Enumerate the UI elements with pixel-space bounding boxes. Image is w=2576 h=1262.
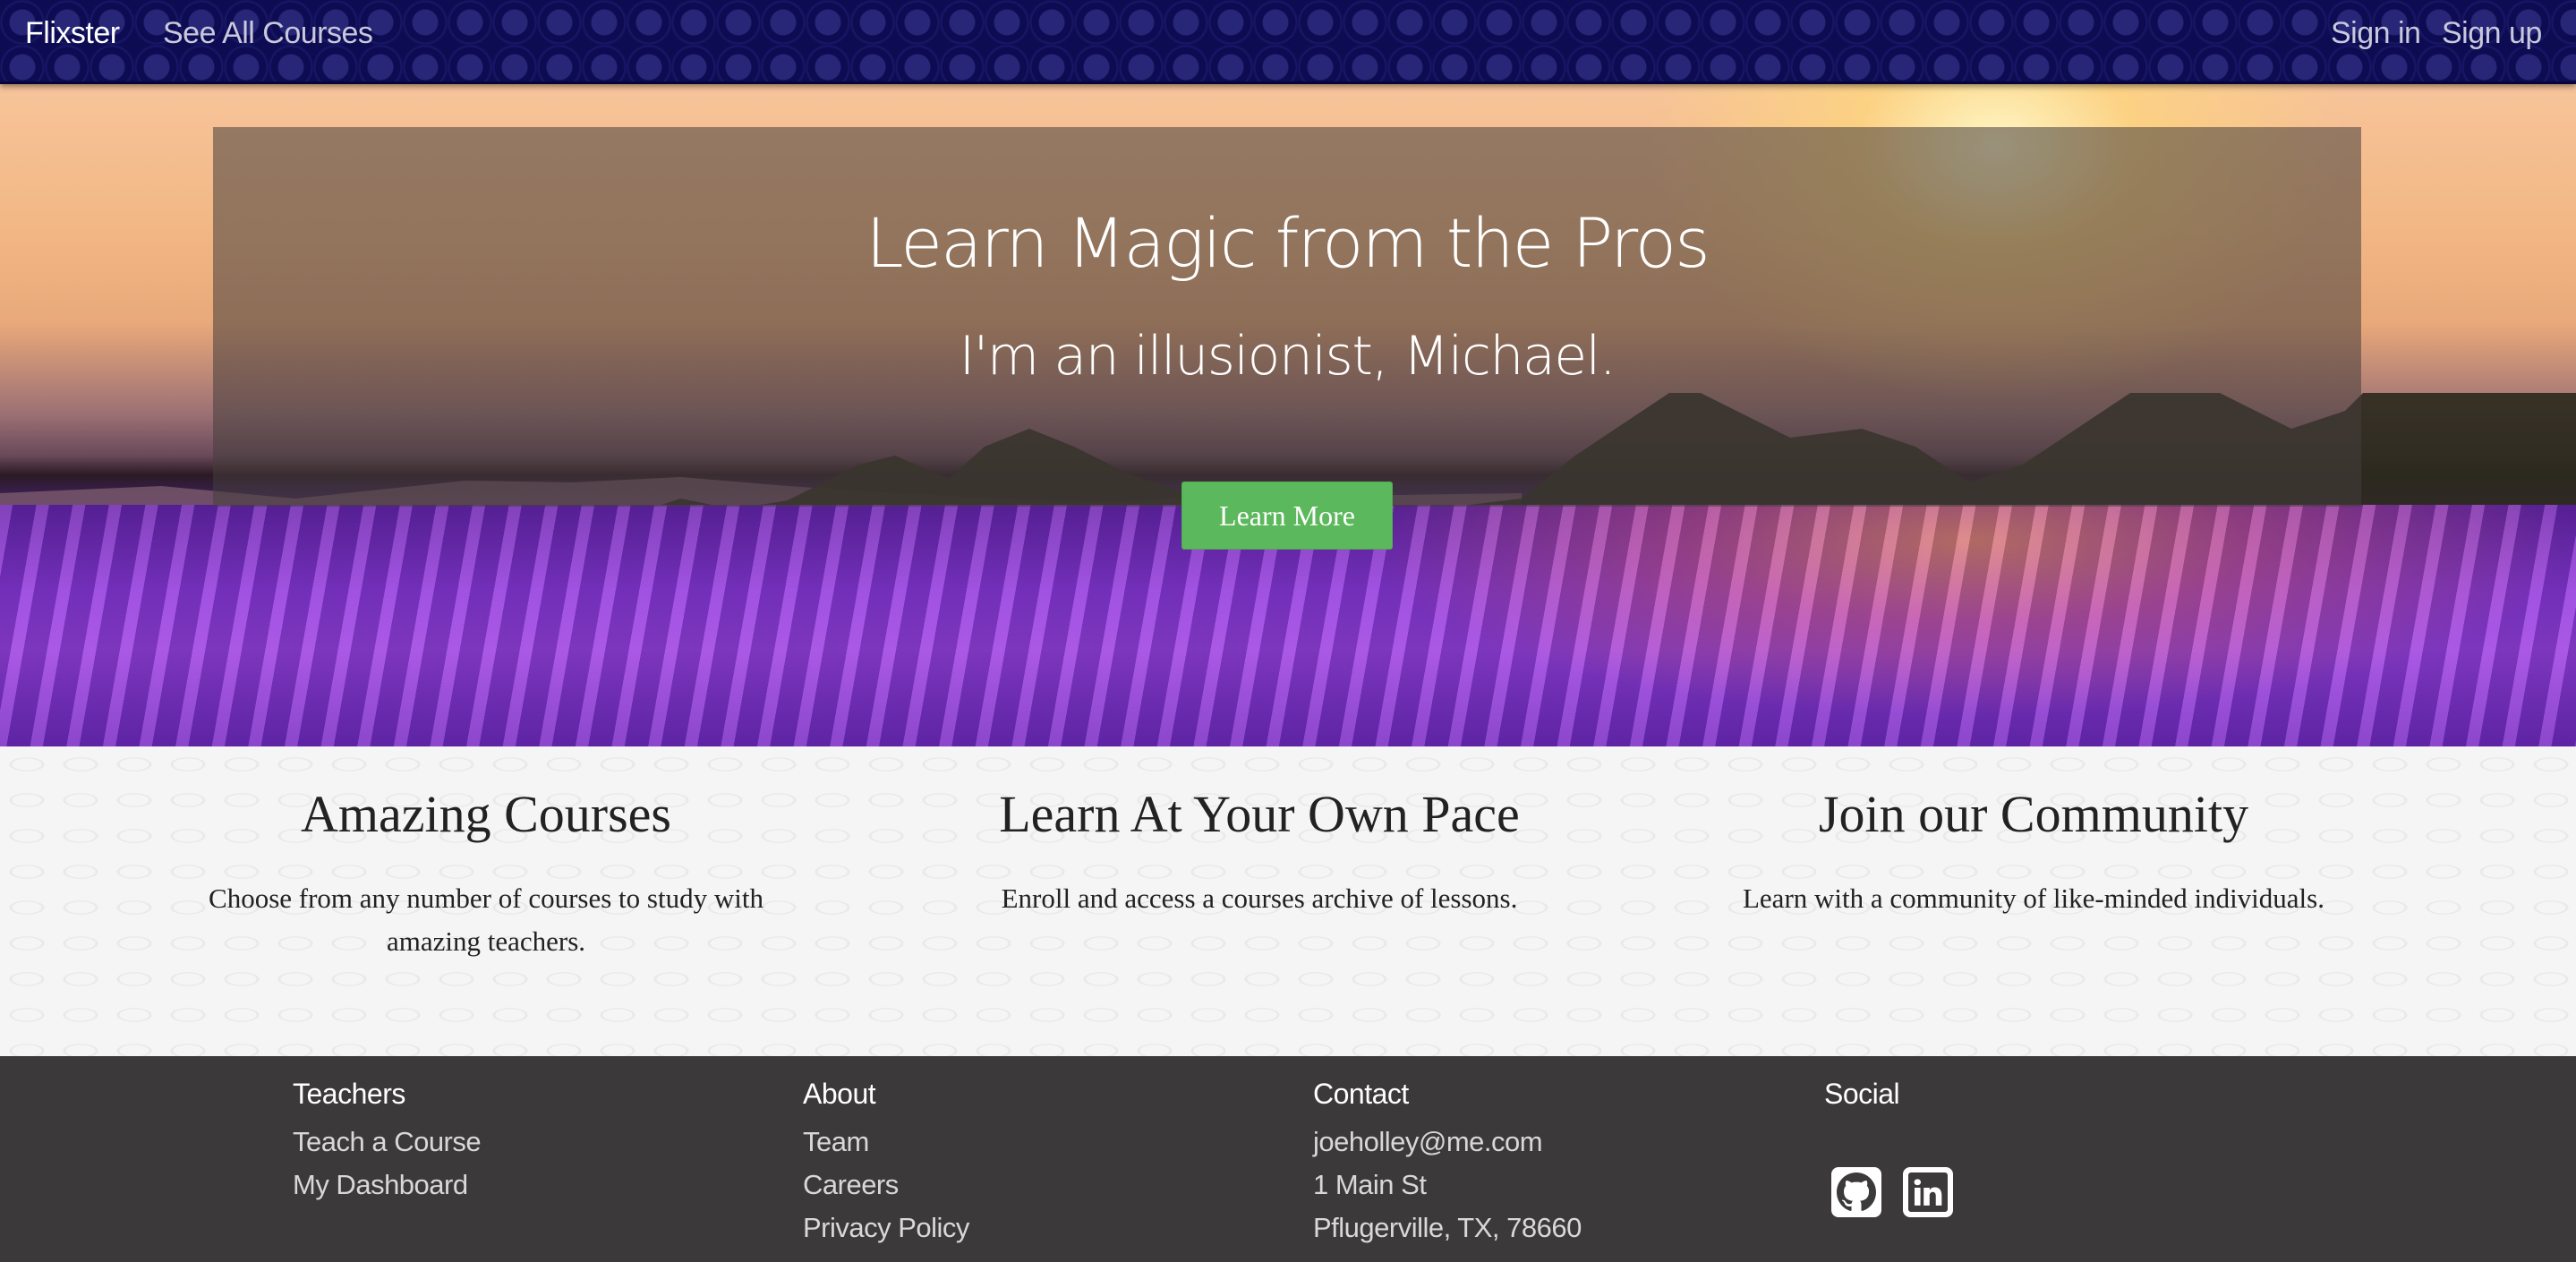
- careers-link[interactable]: Careers: [803, 1164, 969, 1207]
- footer-about-column: About Team Careers Privacy Policy: [803, 1079, 969, 1249]
- feature-title: Join our Community: [1818, 785, 2249, 843]
- feature-text: Learn with a community of like-minded in…: [1742, 882, 2324, 914]
- footer-heading-about: About: [803, 1078, 876, 1110]
- contact-city-line: Pflugerville, TX, 78660: [1313, 1212, 1582, 1243]
- contact-address-line: 1 Main St: [1313, 1169, 1427, 1200]
- learn-more-button[interactable]: Learn More: [1181, 482, 1393, 550]
- brand-link[interactable]: Flixster: [25, 16, 120, 51]
- footer-social-column: Social: [1824, 1078, 1900, 1121]
- footer-teachers-column: Teachers Teach a Course My Dashboard: [293, 1078, 482, 1207]
- hero-title: Learn Magic from the Pros: [866, 203, 1710, 283]
- navbar: Flixster See All Courses Sign in Sign up: [0, 0, 2576, 84]
- footer-heading-contact: Contact: [1313, 1078, 1409, 1110]
- sign-in-link[interactable]: Sign in: [2331, 16, 2421, 51]
- github-icon[interactable]: [1831, 1167, 1881, 1217]
- hero-subtitle: I'm an illusionist, Michael.: [959, 325, 1616, 388]
- team-link[interactable]: Team: [803, 1121, 969, 1164]
- footer-heading-social: Social: [1824, 1078, 1900, 1110]
- hero-banner: Learn Magic from the Pros I'm an illusio…: [0, 84, 2576, 746]
- feature-own-pace: Learn At Your Own Pace Enroll and access…: [874, 746, 1644, 920]
- social-icons: [1831, 1167, 1953, 1217]
- feature-title: Learn At Your Own Pace: [999, 785, 1520, 843]
- privacy-policy-link[interactable]: Privacy Policy: [803, 1207, 969, 1249]
- feature-community: Join our Community Learn with a communit…: [1649, 746, 2418, 920]
- feature-amazing-courses: Amazing Courses Choose from any number o…: [101, 746, 871, 963]
- footer-contact-column: Contact joeholley@me.com 1 Main St Pflug…: [1313, 1079, 1582, 1249]
- features-section: Amazing Courses Choose from any number o…: [0, 746, 2576, 1056]
- teach-a-course-link[interactable]: Teach a Course: [293, 1121, 482, 1164]
- see-all-courses-link[interactable]: See All Courses: [163, 16, 373, 51]
- feature-text: Enroll and access a courses archive of l…: [1001, 882, 1518, 914]
- contact-email-link[interactable]: joeholley@me.com: [1313, 1121, 1582, 1164]
- feature-title: Amazing Courses: [301, 785, 671, 843]
- my-dashboard-link[interactable]: My Dashboard: [293, 1164, 481, 1207]
- feature-text: Choose from any number of courses to stu…: [209, 882, 763, 957]
- hero-jumbotron: Learn Magic from the Pros I'm an illusio…: [213, 127, 2361, 507]
- sign-up-link[interactable]: Sign up: [2442, 16, 2542, 51]
- footer-heading-teachers: Teachers: [293, 1078, 405, 1110]
- footer: Teachers Teach a Course My Dashboard Abo…: [0, 1056, 2576, 1262]
- linkedin-icon[interactable]: [1903, 1167, 1953, 1217]
